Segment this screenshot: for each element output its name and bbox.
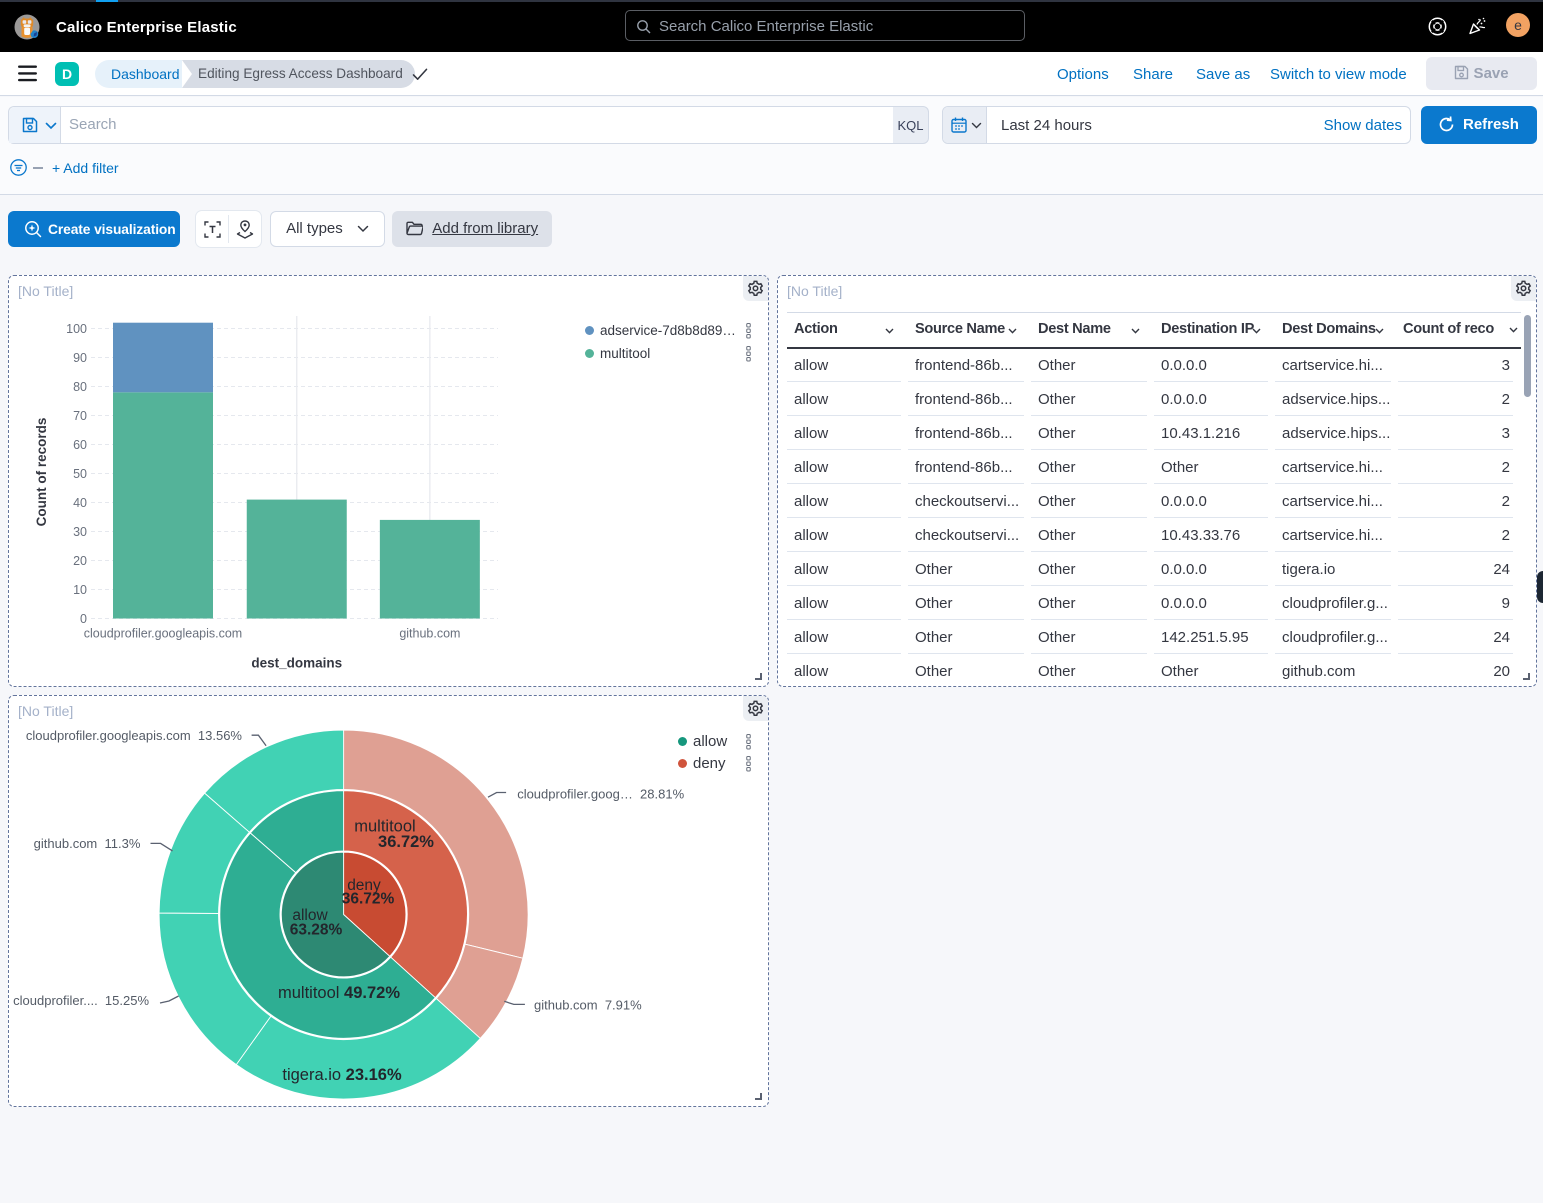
svg-text:40: 40 [73,496,87,510]
svg-text:github.com 11.3%: github.com 11.3% [34,836,141,851]
svg-text:80: 80 [73,380,87,394]
svg-text:Count of records: Count of records [34,418,49,527]
svg-text:36.72%: 36.72% [378,833,434,851]
svg-text:63.28%: 63.28% [290,922,343,939]
svg-text:github.com 7.91%: github.com 7.91% [534,997,642,1012]
svg-text:30: 30 [73,525,87,539]
svg-text:cloudprofiler.googleapis.com: cloudprofiler.googleapis.com [84,627,242,641]
svg-text:36.72%: 36.72% [342,891,395,908]
svg-text:dest_domains: dest_domains [251,656,342,671]
svg-text:70: 70 [73,409,87,423]
svg-text:100: 100 [66,322,87,336]
svg-text:20: 20 [73,554,87,568]
svg-text:cloudprofiler.goog… 28.81%: cloudprofiler.goog… 28.81% [517,787,684,802]
svg-text:tigera.io 23.16%: tigera.io 23.16% [282,1066,402,1084]
svg-text:multitool 49.72%: multitool 49.72% [278,984,400,1002]
svg-text:60: 60 [73,438,87,452]
svg-text:10: 10 [73,583,87,597]
svg-text:github.com: github.com [399,627,460,641]
svg-text:50: 50 [73,467,87,481]
svg-text:0: 0 [80,612,87,626]
svg-text:cloudprofiler.... 15.25%: cloudprofiler.... 15.25% [13,993,149,1008]
svg-text:90: 90 [73,351,87,365]
svg-text:cloudprofiler.googleapis.com: cloudprofiler.googleapis.com 13.56% [26,728,243,743]
